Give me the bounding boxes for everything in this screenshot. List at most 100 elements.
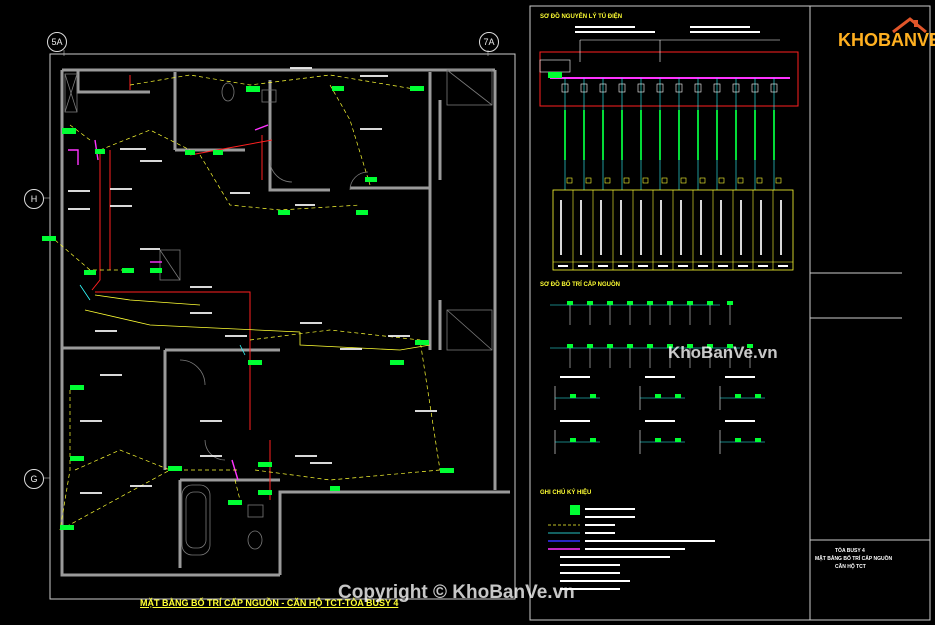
source-node bbox=[647, 301, 653, 305]
table-cell-text bbox=[720, 200, 722, 255]
panel-source-layout bbox=[550, 301, 765, 454]
source-node bbox=[587, 301, 593, 305]
table-cell-value bbox=[758, 265, 768, 267]
cable-label bbox=[716, 110, 718, 160]
table-cell-value bbox=[678, 265, 688, 267]
source-node bbox=[570, 394, 576, 398]
cable-label bbox=[602, 110, 604, 160]
title-block-line3: CĂN HỘ TCT bbox=[835, 564, 866, 570]
table-cell-value bbox=[718, 265, 728, 267]
source-node bbox=[755, 438, 761, 442]
source-block-caption bbox=[725, 420, 755, 422]
source-block-caption bbox=[560, 376, 590, 378]
cable-label bbox=[659, 110, 661, 160]
source-block-caption bbox=[560, 420, 590, 422]
plan-walls bbox=[60, 68, 510, 577]
wiring-yellow-solid bbox=[84, 294, 431, 351]
terminal-mark bbox=[661, 177, 668, 184]
cable-label bbox=[697, 110, 699, 160]
device-markers bbox=[42, 86, 454, 530]
source-node bbox=[590, 438, 596, 442]
terminal-mark bbox=[604, 177, 611, 184]
cable-label bbox=[621, 110, 623, 160]
plan-annotations bbox=[68, 67, 437, 494]
source-node bbox=[735, 394, 741, 398]
cable-label bbox=[678, 110, 680, 160]
table-cell-value bbox=[598, 265, 608, 267]
table-cell-value bbox=[578, 265, 588, 267]
terminal-mark bbox=[756, 177, 763, 184]
cable-label bbox=[564, 110, 566, 160]
source-node bbox=[675, 438, 681, 442]
source-node bbox=[567, 301, 573, 305]
source-node bbox=[570, 438, 576, 442]
schematic-title: SƠ ĐỒ NGUYÊN LÝ TỦ ĐIỆN bbox=[540, 14, 623, 20]
cable-label bbox=[735, 110, 737, 160]
source-block-caption bbox=[645, 420, 675, 422]
terminal-mark bbox=[623, 177, 630, 184]
source-layout-title: SƠ ĐỒ BỐ TRÍ CẤP NGUỒN bbox=[540, 282, 621, 288]
table-cell-text bbox=[740, 200, 742, 255]
cable-label bbox=[754, 110, 756, 160]
grid-bubble-7a: 7A bbox=[479, 32, 499, 52]
source-node bbox=[647, 344, 653, 348]
brand-logo-text-main: KHOBANVE bbox=[838, 30, 935, 50]
cable-label bbox=[583, 110, 585, 160]
grid-bubble-h: H bbox=[24, 189, 44, 209]
table-cell-text bbox=[700, 200, 702, 255]
cad-drawing-canvas[interactable] bbox=[0, 0, 935, 625]
source-node bbox=[627, 301, 633, 305]
table-cell-text bbox=[600, 200, 602, 255]
brand-logo: KHOBANVE bbox=[838, 16, 935, 56]
source-node bbox=[687, 301, 693, 305]
table-cell-text bbox=[780, 200, 782, 255]
source-node bbox=[727, 301, 733, 305]
source-node bbox=[735, 438, 741, 442]
table-cell-value bbox=[698, 265, 708, 267]
table-cell-text bbox=[760, 200, 762, 255]
table-cell-value bbox=[638, 265, 648, 267]
panel-load-table-cells bbox=[553, 190, 793, 270]
table-cell-text bbox=[580, 200, 582, 255]
watermark-bottom: Copyright © KhoBanVe.vn bbox=[338, 582, 575, 603]
plan-wall-hatch bbox=[64, 69, 493, 556]
terminal-mark bbox=[566, 177, 573, 184]
source-node bbox=[655, 394, 661, 398]
source-node bbox=[607, 344, 613, 348]
wiring-yellow-dashed bbox=[54, 74, 441, 531]
source-node bbox=[607, 301, 613, 305]
cable-label bbox=[773, 110, 775, 160]
grid-bubble-5a: 5A bbox=[47, 32, 67, 52]
table-cell-text bbox=[640, 200, 642, 255]
table-cell-text bbox=[560, 200, 562, 255]
source-node bbox=[627, 344, 633, 348]
panel-circuits bbox=[561, 78, 782, 190]
cable-label bbox=[640, 110, 642, 160]
terminal-mark bbox=[585, 177, 592, 184]
table-cell-value bbox=[738, 265, 748, 267]
wiring-red bbox=[91, 75, 273, 500]
terminal-mark bbox=[775, 177, 782, 184]
source-block-caption bbox=[725, 376, 755, 378]
source-node bbox=[755, 394, 761, 398]
source-block-caption bbox=[645, 376, 675, 378]
grid-bubble-g: G bbox=[24, 469, 44, 489]
wiring-cyan bbox=[79, 284, 246, 356]
table-cell-text bbox=[680, 200, 682, 255]
panel-schematic bbox=[539, 26, 799, 107]
terminal-mark bbox=[699, 177, 706, 184]
source-node bbox=[675, 394, 681, 398]
source-node bbox=[655, 438, 661, 442]
table-cell-value bbox=[618, 265, 628, 267]
terminal-mark bbox=[642, 177, 649, 184]
panel-legend bbox=[548, 505, 715, 590]
table-cell-value bbox=[658, 265, 668, 267]
table-cell-value bbox=[558, 265, 568, 267]
brand-logo-text: KHOBANVE bbox=[838, 30, 935, 51]
legend-title: GHI CHÚ KÝ HIỆU bbox=[540, 490, 592, 496]
source-node bbox=[707, 301, 713, 305]
source-node bbox=[587, 344, 593, 348]
title-block-line2: MẶT BẰNG BỐ TRÍ CẤP NGUỒN bbox=[815, 556, 893, 562]
watermark-center: KhoBanVe.vn bbox=[668, 343, 778, 362]
terminal-mark bbox=[718, 177, 725, 184]
